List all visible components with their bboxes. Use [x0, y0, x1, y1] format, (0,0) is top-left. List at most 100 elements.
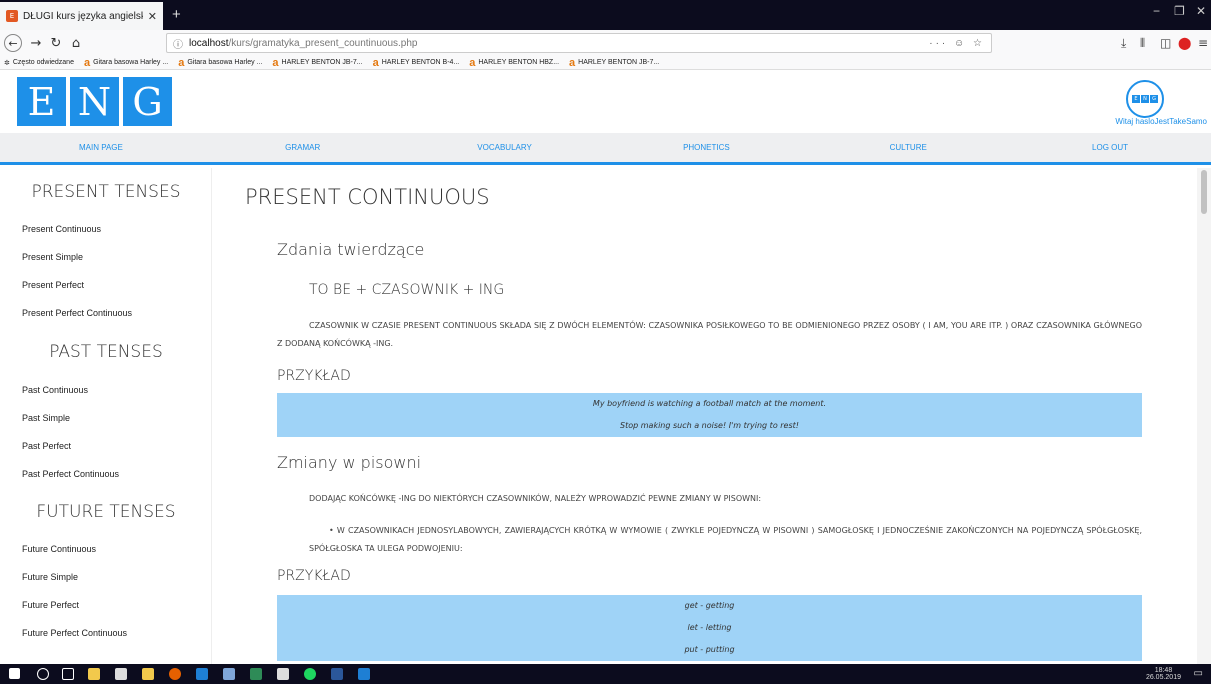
spotify-icon[interactable]: [304, 668, 316, 680]
sidebar-link[interactable]: Present Simple: [0, 252, 83, 262]
taskbar: 18:48 26.05.2019 ▭: [0, 664, 1211, 684]
browser-tab[interactable]: E DŁUGI kurs języka angielskiego ✕: [0, 2, 163, 30]
new-tab-icon[interactable]: +: [172, 6, 181, 23]
avatar[interactable]: E N G: [1126, 80, 1164, 118]
vscode-icon[interactable]: [358, 668, 370, 680]
notifications-icon[interactable]: ▭: [1194, 668, 1203, 679]
example-box: get - getting let - letting put - puttin…: [277, 595, 1142, 661]
bookmark-frequent[interactable]: ✲ Często odwiedzane: [4, 59, 74, 67]
info-icon[interactable]: ⓘ: [173, 36, 183, 51]
tab-title: DŁUGI kurs języka angielskiego: [23, 10, 143, 22]
amazon-icon: a: [178, 56, 185, 69]
example-box: My boyfriend is watching a football matc…: [277, 393, 1142, 437]
section-heading: Zmiany w pisowni: [277, 453, 422, 472]
page-actions-icons[interactable]: ··· ☺ ☆: [929, 38, 985, 49]
logo-letter: N: [70, 77, 119, 126]
website: E N G E N G Witaj hasloJestTakeSamo MAIN…: [0, 71, 1211, 664]
back-icon[interactable]: ←: [4, 34, 22, 52]
forward-icon[interactable]: →: [27, 34, 45, 52]
url-bar[interactable]: ⓘ localhost /kurs/gramatyka_present_coun…: [166, 33, 992, 53]
app-icon[interactable]: [223, 668, 235, 680]
logo-letter: E: [17, 77, 66, 126]
menu-gramar[interactable]: GRAMAR: [201, 133, 404, 165]
reload-icon[interactable]: ↻: [47, 34, 65, 52]
sidebar-link[interactable]: Past Continuous: [0, 385, 88, 395]
gear-icon: ✲: [4, 59, 10, 67]
bookmark-item[interactable]: a Gitara basowa Harley ...: [178, 57, 262, 69]
bookmark-item[interactable]: a HARLEY BENTON JB-7...: [272, 57, 362, 69]
example-label: PRZYKŁAD: [277, 568, 351, 584]
bookmark-item[interactable]: a Gitara basowa Harley ...: [84, 57, 168, 69]
sidebar-link[interactable]: Present Continuous: [0, 224, 101, 234]
sidebar-link[interactable]: Future Simple: [0, 572, 78, 582]
example-label: PRZYKŁAD: [277, 368, 351, 384]
downloads-icon[interactable]: ⤓: [1121, 36, 1126, 51]
logo-letter: G: [123, 77, 172, 126]
scrollbar-thumb[interactable]: [1201, 170, 1207, 214]
close-window-icon[interactable]: ✕: [1196, 4, 1206, 18]
avatar-letter: E: [1132, 95, 1140, 103]
bookmarks-bar: ✲ Często odwiedzane a Gitara basowa Harley…: [0, 56, 1211, 70]
section-title: FUTURE TENSES: [36, 502, 176, 522]
sidebar-link[interactable]: Future Perfect Continuous: [0, 628, 127, 638]
url-host: localhost: [189, 37, 229, 49]
menu-phonetics[interactable]: PHONETICS: [605, 133, 807, 162]
vscode-icon[interactable]: [196, 668, 208, 680]
amazon-icon: a: [469, 56, 476, 69]
clock-date: 26.05.2019: [1145, 674, 1181, 681]
example-sentence: let - letting: [687, 623, 732, 632]
folder-icon[interactable]: [142, 668, 154, 680]
bullet-paragraph: • W czasownikach jednosylabowych, zawier…: [309, 526, 1142, 553]
windows-start-icon[interactable]: [9, 668, 20, 679]
menu-icon[interactable]: ≡: [1198, 36, 1208, 50]
menu-main-page[interactable]: MAIN PAGE: [0, 133, 202, 162]
bookmark-item[interactable]: a HARLEY BENTON HBZ...: [469, 57, 559, 69]
sidebar-link[interactable]: Future Continuous: [0, 544, 96, 554]
menu-culture[interactable]: CULTURE: [807, 133, 1009, 162]
app-icon[interactable]: [277, 668, 289, 680]
home-icon[interactable]: ⌂: [67, 34, 85, 52]
scrollbar[interactable]: [1197, 168, 1211, 664]
menu-log-out[interactable]: LOG OUT: [1009, 133, 1211, 162]
restore-icon[interactable]: ❐: [1174, 4, 1185, 18]
bookmark-item[interactable]: a HARLEY BENTON B-4...: [373, 57, 460, 69]
mail-icon[interactable]: [115, 668, 127, 680]
eng-logo[interactable]: E N G: [17, 77, 172, 126]
store-icon[interactable]: [88, 668, 100, 680]
library-icon[interactable]: ⫴: [1140, 36, 1145, 51]
minimize-icon[interactable]: −: [1153, 4, 1160, 18]
welcome-text: Witaj hasloJestTakeSamo: [1115, 117, 1207, 126]
sidebar-icon[interactable]: ◫: [1160, 36, 1171, 50]
sidebar-link[interactable]: Present Perfect: [0, 280, 84, 290]
amazon-icon: a: [83, 56, 91, 69]
favicon-icon: E: [6, 10, 18, 22]
avatar-letter: G: [1150, 95, 1158, 103]
sidebar-link[interactable]: Present Perfect Continuous: [0, 308, 132, 318]
adblock-icon[interactable]: ⬤: [1178, 36, 1191, 50]
menu-vocabulary[interactable]: VOCABULARY: [404, 133, 606, 162]
amazon-icon: a: [272, 56, 279, 69]
close-tab-icon[interactable]: ✕: [148, 10, 157, 23]
section-heading: Zdania twierdzące: [277, 240, 425, 259]
browser-tabstrip: E DŁUGI kurs języka angielskiego ✕ + − ❐…: [0, 0, 1211, 30]
sidebar-link[interactable]: Past Perfect: [0, 441, 71, 451]
page-title: PRESENT CONTINUOUS: [245, 185, 490, 209]
bookmark-item[interactable]: a HARLEY BENTON JB-7...: [569, 57, 659, 69]
url-path: /kurs/gramatyka_present_countinuous.php: [228, 37, 418, 49]
section-title: PRESENT TENSES: [31, 182, 181, 202]
task-view-icon[interactable]: [62, 668, 74, 680]
sidebar-link[interactable]: Future Perfect: [0, 600, 79, 610]
paragraph: Czasownik w czasie Present Continuous sk…: [277, 321, 1142, 348]
sidebar-link[interactable]: Past Simple: [0, 413, 70, 423]
system-clock[interactable]: 18:48 26.05.2019: [1146, 667, 1181, 681]
word-icon[interactable]: [331, 668, 343, 680]
example-sentence: get - getting: [684, 601, 735, 610]
firefox-icon[interactable]: [169, 668, 181, 680]
search-icon[interactable]: [37, 668, 49, 680]
main-content: PRESENT CONTINUOUS Zdania twierdzące TO …: [212, 168, 1197, 664]
sidebar-link[interactable]: Past Perfect Continuous: [0, 469, 119, 479]
paragraph: Dodając końcówkę -ing do niektórych czas…: [309, 494, 762, 503]
example-sentence: put - putting: [684, 645, 735, 654]
app-icon[interactable]: [250, 668, 262, 680]
section-title: PAST TENSES: [49, 342, 163, 362]
